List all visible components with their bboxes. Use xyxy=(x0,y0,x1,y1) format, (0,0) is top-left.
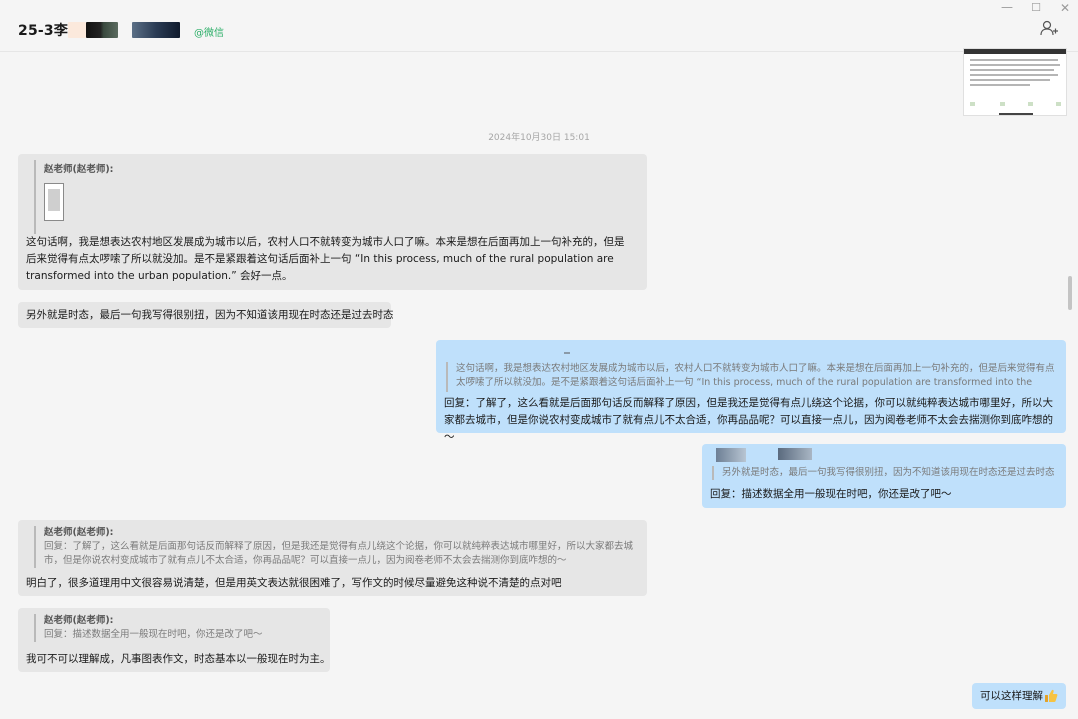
wechat-tag: @微信 xyxy=(194,28,224,39)
chat-header: 25-3李, @微信 — ☐ ✕ xyxy=(0,0,1078,52)
redacted-name-1 xyxy=(68,22,86,38)
message-text: 可以这样理解 xyxy=(980,690,1043,702)
quote-author: 赵老师(赵老师): xyxy=(44,527,114,538)
minimize-icon[interactable]: — xyxy=(1000,0,1014,14)
message-text: 我可不可以理解成，凡事图表作文，时态基本以一般现在时为主。 xyxy=(26,653,331,665)
maximize-icon[interactable]: ☐ xyxy=(1029,1,1043,14)
redacted-name-3 xyxy=(132,22,180,38)
message-text: 明白了，很多道理用中文很容易说清楚，但是用英文表达就很困难了，写作文的时候尽量避… xyxy=(26,577,562,589)
scrollbar-thumb[interactable] xyxy=(1068,276,1072,310)
message-text: 回复：了解了，这么看就是后面那句话反而解释了原因，但是我还是觉得有点儿绕这个论据… xyxy=(444,397,1053,443)
redacted-name-2 xyxy=(86,22,118,38)
message-bubble-incoming[interactable]: 赵老师(赵老师): 这句话啊，我是想表达农村地区发展成为城市以后，农村人口不就转… xyxy=(18,154,647,290)
quote-block: 赵老师(赵老师): xyxy=(34,160,113,234)
quote-text: 回复：描述数据全用一般现在时吧，你还是改了吧～ xyxy=(44,629,263,640)
add-member-icon[interactable] xyxy=(1040,20,1058,40)
quote-block: 另外就是时态，最后一句我写得很别扭，因为不知道该用现在时态还是过去时态 xyxy=(712,466,1056,480)
message-text: 这句话啊，我是想表达农村地区发展成为城市以后，农村人口不就转变为城市人口了嘛。本… xyxy=(26,236,625,282)
quoted-image-thumbnail[interactable] xyxy=(44,183,64,221)
quote-text: 另外就是时态，最后一句我写得很别扭，因为不知道该用现在时态还是过去时态 xyxy=(722,467,1055,478)
message-bubble-outgoing[interactable]: 这句话啊，我是想表达农村地区发展成为城市以后，农村人口不就转变为城市人口了嘛。本… xyxy=(436,340,1066,443)
quote-block: 赵老师(赵老师): 回复：描述数据全用一般现在时吧，你还是改了吧～ xyxy=(34,614,324,642)
message-bubble-incoming[interactable]: 赵老师(赵老师): 回复：了解了，这么看就是后面那句话反而解释了原因，但是我还是… xyxy=(18,520,647,596)
quote-author: 赵老师(赵老师): xyxy=(44,164,114,175)
quote-text: 回复：了解了，这么看就是后面那句话反而解释了原因，但是我还是觉得有点儿绕这个论据… xyxy=(44,541,634,566)
quote-author-redacted xyxy=(716,448,746,462)
message-bubble-outgoing[interactable]: 另外就是时态，最后一句我写得很别扭，因为不知道该用现在时态还是过去时态 回复：描… xyxy=(702,444,1066,508)
message-bubble-incoming[interactable]: 另外就是时态，最后一句我写得很别扭，因为不知道该用现在时态还是过去时态 xyxy=(18,302,394,328)
quote-author-redacted xyxy=(778,448,812,460)
message-bubble-incoming[interactable]: 赵老师(赵老师): 回复：描述数据全用一般现在时吧，你还是改了吧～ 我可不可以理… xyxy=(18,608,331,672)
quote-author: 赵老师(赵老师): xyxy=(44,615,114,626)
message-bubble-outgoing[interactable]: 可以这样理解 xyxy=(972,683,1066,709)
close-icon[interactable]: ✕ xyxy=(1058,1,1072,15)
chat-title: 25-3李, xyxy=(18,23,74,39)
message-text: 另外就是时态，最后一句我写得很别扭，因为不知道该用现在时态还是过去时态 xyxy=(26,309,394,321)
thumbs-up-emoji-icon xyxy=(1044,689,1058,709)
message-text: 回复：描述数据全用一般现在时吧，你还是改了吧～ xyxy=(710,488,952,500)
quote-block: 赵老师(赵老师): 回复：了解了，这么看就是后面那句话反而解释了原因，但是我还是… xyxy=(34,526,634,568)
quote-text: 这句话啊，我是想表达农村地区发展成为城市以后，农村人口不就转变为城市人口了嘛。本… xyxy=(456,363,1055,388)
quote-block: 这句话啊，我是想表达农村地区发展成为城市以后，农村人口不就转变为城市人口了嘛。本… xyxy=(446,362,1056,392)
image-message[interactable] xyxy=(963,48,1067,116)
timestamp: 2024年10月30日 15:01 xyxy=(488,133,590,143)
quote-author-redacted xyxy=(564,352,570,354)
